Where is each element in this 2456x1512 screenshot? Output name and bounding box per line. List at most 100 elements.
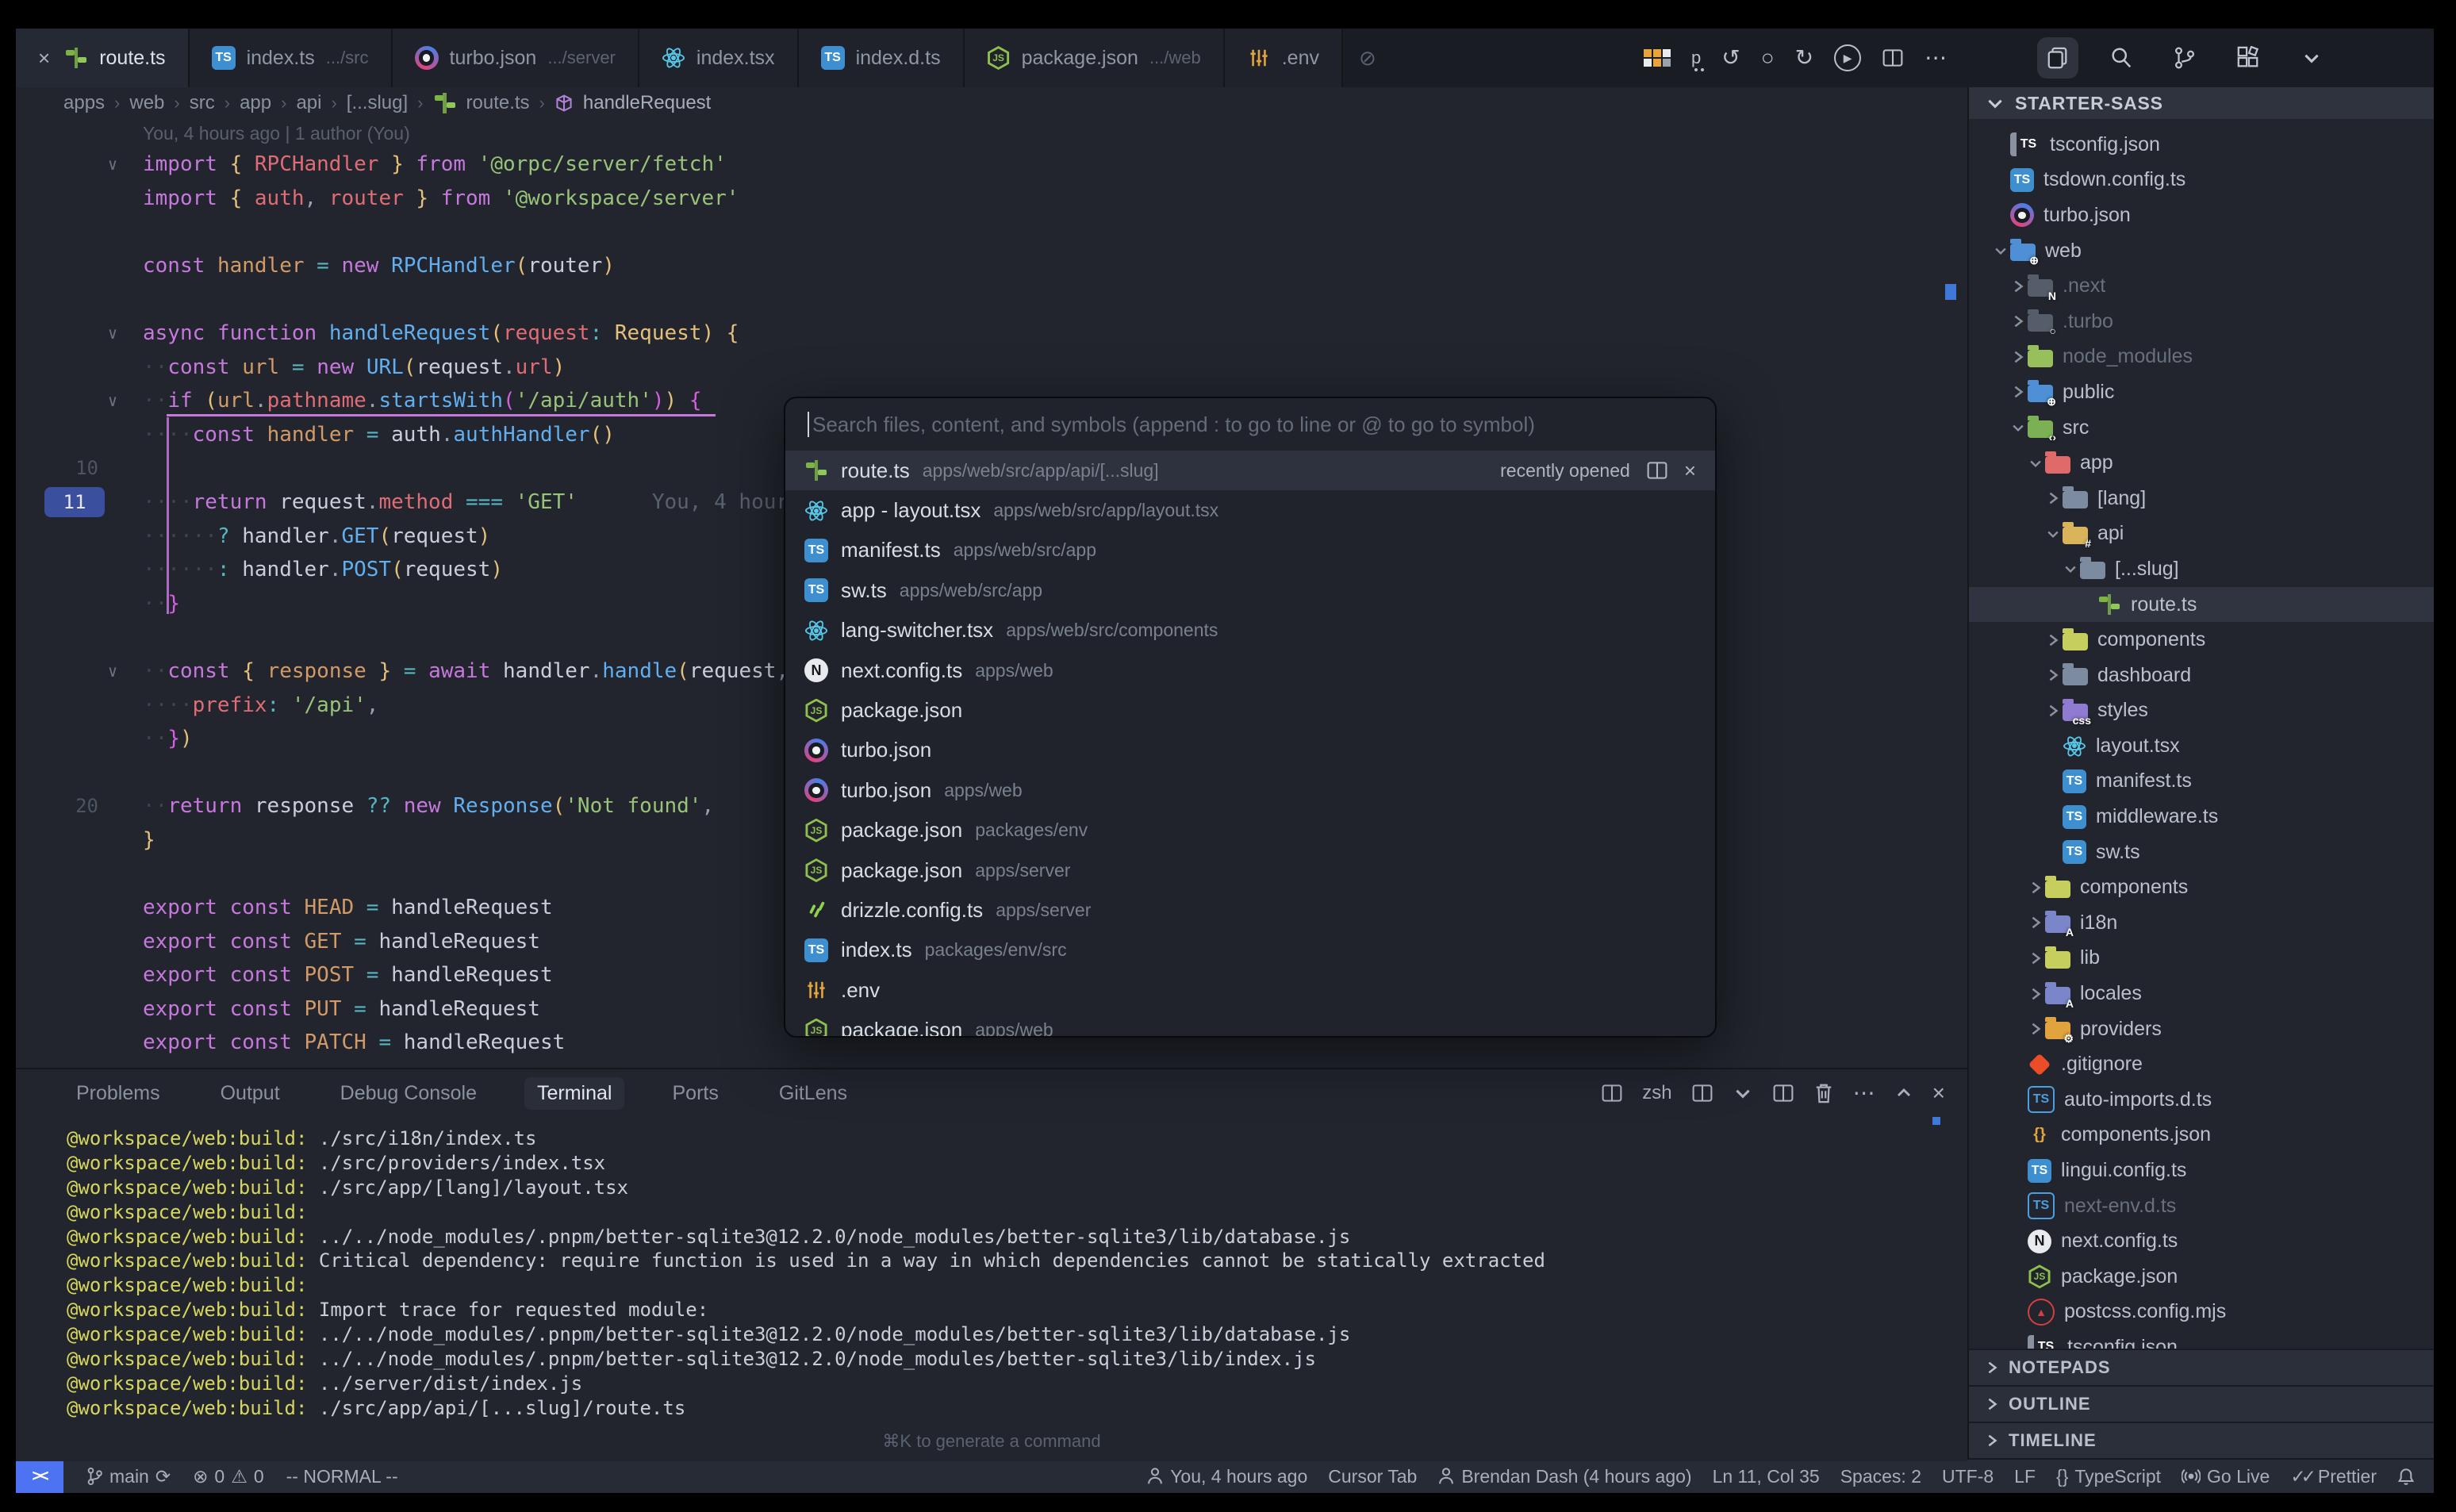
kill-terminal-icon[interactable] xyxy=(1813,1082,1834,1104)
status-item-problems[interactable]: ⊗0⚠0 xyxy=(193,1466,264,1487)
sidebar-section-notepads[interactable]: NOTEPADS xyxy=(1969,1349,2434,1385)
status-item-go-live[interactable]: Go Live xyxy=(2182,1466,2270,1487)
tree-item-dashboard[interactable]: dashboard xyxy=(1969,658,2434,693)
tree-item-sw.ts[interactable]: TSsw.ts xyxy=(1969,835,2434,870)
panel-tab-gitlens[interactable]: GitLens xyxy=(766,1077,860,1110)
chevron-right-icon[interactable] xyxy=(2009,314,2028,328)
quickopen-result-row[interactable]: JSpackage.jsonapps/server xyxy=(785,850,1715,890)
status-item-cursor-position[interactable]: Ln 11, Col 35 xyxy=(1713,1466,1820,1487)
open-to-side-icon[interactable] xyxy=(1646,460,1668,481)
status-item-prettier[interactable]: ✓✓Prettier xyxy=(2290,1466,2377,1487)
panel-tab-debug-console[interactable]: Debug Console xyxy=(328,1077,489,1110)
tree-item-lib[interactable]: lib xyxy=(1969,941,2434,977)
chevron-right-icon[interactable] xyxy=(2009,385,2028,399)
chevron-right-icon[interactable] xyxy=(2043,704,2063,718)
explorer-header[interactable]: STARTER-SASS xyxy=(1969,87,2434,119)
tab-index.ts[interactable]: TSindex.ts.../src xyxy=(190,29,393,87)
tree-item-tsdown.config.ts[interactable]: TStsdown.config.ts xyxy=(1969,163,2434,198)
terminal-instance-icon[interactable] xyxy=(1601,1083,1623,1103)
close-tab-icon[interactable]: × xyxy=(38,46,50,71)
remote-indicator[interactable]: >< xyxy=(16,1460,63,1493)
status-item-language[interactable]: {}TypeScript xyxy=(2056,1466,2161,1487)
tree-item-node_modules[interactable]: node_modules xyxy=(1969,340,2434,375)
chevron-right-icon[interactable] xyxy=(2043,668,2063,682)
chevron-right-icon[interactable] xyxy=(2043,491,2063,505)
panel-tab-problems[interactable]: Problems xyxy=(63,1077,173,1110)
tree-item-tsconfig.json[interactable]: TStsconfig.json xyxy=(1969,127,2434,163)
history-back-icon[interactable]: ↺ xyxy=(1721,47,1740,69)
chevron-down-icon[interactable] xyxy=(2026,455,2045,471)
tree-item-manifest.ts[interactable]: TSmanifest.ts xyxy=(1969,764,2434,800)
fold-arrow-icon[interactable]: ∨ xyxy=(108,654,117,689)
source-control-icon[interactable] xyxy=(2164,37,2205,79)
quickopen-result-row[interactable]: app - layout.tsxapps/web/src/app/layout.… xyxy=(785,490,1715,530)
quickopen-result-row[interactable]: drizzle.config.tsapps/server xyxy=(785,890,1715,930)
chevron-right-icon[interactable] xyxy=(2026,951,2045,965)
quickopen-result-row[interactable]: turbo.jsonapps/web xyxy=(785,770,1715,810)
breadcrumb-item[interactable]: web xyxy=(129,92,164,114)
extensions-icon[interactable] xyxy=(2228,37,2269,79)
quickopen-result-row[interactable]: Nnext.config.tsapps/web xyxy=(785,650,1715,690)
files-explorer-icon[interactable] xyxy=(2037,37,2078,79)
tree-item-[lang][interactable]: [lang] xyxy=(1969,481,2434,516)
chevron-right-icon[interactable] xyxy=(2026,987,2045,1001)
status-item-blame-author[interactable]: Brendan Dash (4 hours ago) xyxy=(1437,1466,1691,1487)
chevron-down-icon[interactable] xyxy=(2043,526,2063,542)
tree-item-auto-imports.d.ts[interactable]: TSauto-imports.d.ts xyxy=(1969,1082,2434,1118)
tree-item-[...slug][interactable]: [...slug] xyxy=(1969,551,2434,587)
chevron-right-icon[interactable] xyxy=(2009,279,2028,294)
tab-route.ts[interactable]: ×route.ts xyxy=(16,29,190,87)
status-item-vim-mode[interactable]: -- NORMAL -- xyxy=(286,1466,398,1487)
tree-item-.next[interactable]: N.next xyxy=(1969,268,2434,304)
chevron-right-icon[interactable] xyxy=(2043,633,2063,647)
maximize-panel-icon[interactable] xyxy=(1894,1084,1913,1103)
status-item-indentation[interactable]: Spaces: 2 xyxy=(1840,1466,1921,1487)
search-icon[interactable] xyxy=(2101,37,2142,79)
breadcrumb-item[interactable]: [...slug] xyxy=(347,92,408,114)
tree-item-next-env.d.ts[interactable]: TSnext-env.d.ts xyxy=(1969,1188,2434,1224)
chevron-down-icon[interactable] xyxy=(1991,243,2010,259)
breadcrumb-file[interactable]: route.ts xyxy=(466,92,530,114)
tab-index.d.ts[interactable]: TSindex.d.ts xyxy=(799,29,965,87)
tree-item-api[interactable]: #api xyxy=(1969,516,2434,552)
status-item-encoding[interactable]: UTF-8 xyxy=(1942,1466,1994,1487)
remove-from-history-icon[interactable]: × xyxy=(1684,459,1696,483)
chevron-right-icon[interactable] xyxy=(2026,1022,2045,1036)
tree-item-providers[interactable]: ⚙providers xyxy=(1969,1011,2434,1047)
more-actions-icon[interactable]: ⋯ xyxy=(1925,47,1947,69)
history-forward-icon[interactable]: ↻ xyxy=(1795,47,1813,69)
split-terminal-icon[interactable] xyxy=(1691,1083,1713,1103)
breadcrumb-item[interactable]: api xyxy=(296,92,321,114)
tree-item-src[interactable]: ‹›src xyxy=(1969,410,2434,446)
quickopen-result-row[interactable]: lang-switcher.tsxapps/web/src/components xyxy=(785,611,1715,650)
split-dropdown-icon[interactable] xyxy=(1733,1083,1753,1103)
status-item-notifications[interactable] xyxy=(2397,1467,2415,1486)
tree-item-i18n[interactable]: Ai18n xyxy=(1969,905,2434,941)
quickopen-result-row[interactable]: turbo.json xyxy=(785,731,1715,770)
tree-item-.gitignore[interactable]: .gitignore xyxy=(1969,1046,2434,1082)
tree-item-postcss.config.mjs[interactable]: ▲postcss.config.mjs xyxy=(1969,1295,2434,1330)
tree-item-lingui.config.ts[interactable]: TSlingui.config.ts xyxy=(1969,1153,2434,1188)
breadcrumb-item[interactable]: src xyxy=(190,92,215,114)
sidebar-section-outline[interactable]: OUTLINE xyxy=(1969,1385,2434,1422)
quickopen-result-row[interactable]: TSsw.tsapps/web/src/app xyxy=(785,570,1715,610)
quickopen-result-row[interactable]: JSpackage.jsonpackages/env xyxy=(785,811,1715,850)
preview-p-icon[interactable]: p xyxy=(1691,48,1701,68)
commit-circle-icon[interactable]: ○ xyxy=(1761,47,1775,69)
tree-item-components[interactable]: components xyxy=(1969,622,2434,658)
tree-item-public[interactable]: ⊕public xyxy=(1969,374,2434,410)
tree-item-components[interactable]: components xyxy=(1969,869,2434,905)
shell-label[interactable]: zsh xyxy=(1642,1082,1671,1104)
status-item-git-branch[interactable]: main⟳ xyxy=(86,1466,171,1487)
tree-item-locales[interactable]: Alocales xyxy=(1969,976,2434,1011)
chevron-down-icon[interactable] xyxy=(2061,561,2080,577)
tree-item-layout.tsx[interactable]: layout.tsx xyxy=(1969,728,2434,764)
close-panel-icon[interactable]: × xyxy=(1932,1080,1945,1106)
fold-arrow-icon[interactable]: ∨ xyxy=(108,384,117,418)
breadcrumb-item[interactable]: apps xyxy=(63,92,105,114)
tree-item-.turbo[interactable]: ○.turbo xyxy=(1969,304,2434,340)
quickopen-result-row[interactable]: route.tsapps/web/src/app/api/[...slug]re… xyxy=(785,451,1715,490)
quickopen-result-row[interactable]: TSindex.tspackages/env/src xyxy=(785,931,1715,970)
quickopen-result-row[interactable]: JSpackage.json xyxy=(785,690,1715,730)
chevron-down-icon[interactable] xyxy=(2009,420,2028,436)
